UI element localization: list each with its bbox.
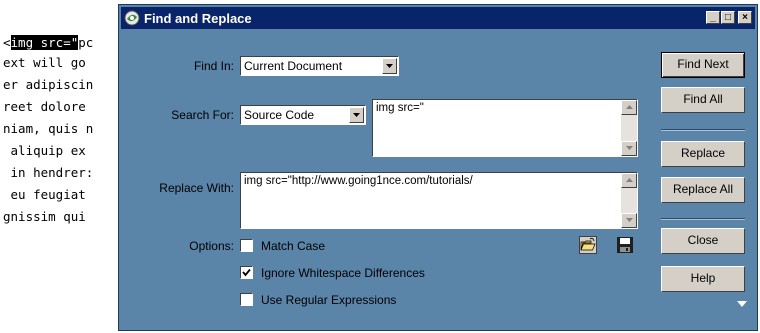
code-line: ext will go xyxy=(3,55,86,70)
button-separator xyxy=(661,218,745,220)
code-line: <img src="pc xyxy=(3,34,126,51)
find-in-select[interactable]: Current Document xyxy=(240,56,399,76)
code-line: reet dolore xyxy=(3,99,86,114)
minimize-button[interactable]: _ xyxy=(706,11,720,24)
ignore-whitespace-label[interactable]: Ignore Whitespace Differences xyxy=(261,266,425,280)
maximize-button[interactable]: □ xyxy=(721,11,735,24)
code-line: in hendrer: xyxy=(3,165,94,180)
code-line: gnissim qui xyxy=(3,209,86,224)
search-type-value: Source Code xyxy=(244,108,315,122)
find-in-label: Find In: xyxy=(193,59,234,73)
scroll-up-icon[interactable] xyxy=(621,173,637,188)
ignore-whitespace-checkbox[interactable] xyxy=(240,266,253,279)
code-line: eu feugiat xyxy=(3,187,86,202)
search-for-label: Search For: xyxy=(171,108,234,122)
checkmark-icon xyxy=(242,268,251,277)
match-case-label[interactable]: Match Case xyxy=(261,239,325,253)
close-window-button[interactable]: × xyxy=(738,11,752,24)
code-line: niam, quis n xyxy=(3,121,94,136)
scrollbar[interactable] xyxy=(621,173,637,228)
code-text: < xyxy=(3,35,11,50)
scroll-down-icon[interactable] xyxy=(621,141,637,156)
replace-text-area[interactable]: img src="http://www.going1nce.com/tutori… xyxy=(240,172,638,229)
match-case-checkbox[interactable] xyxy=(240,239,253,252)
replace-with-label: Replace With: xyxy=(159,181,234,195)
app-logo-icon xyxy=(124,10,140,26)
replace-text: img src="http://www.going1nce.com/tutori… xyxy=(244,175,473,187)
search-text-area[interactable]: img src=" xyxy=(372,99,638,157)
code-line: aliquip ex xyxy=(3,143,86,158)
dialog-titlebar[interactable]: Find and Replace _ □ × xyxy=(121,7,755,29)
regex-checkbox[interactable] xyxy=(240,293,253,306)
scroll-down-icon[interactable] xyxy=(621,213,637,228)
triangle-down-icon[interactable] xyxy=(737,301,747,307)
find-all-button[interactable]: Find All xyxy=(661,87,745,113)
find-in-value: Current Document xyxy=(244,59,343,73)
scroll-up-icon[interactable] xyxy=(621,100,637,115)
replace-all-button[interactable]: Replace All xyxy=(661,177,745,203)
code-line: er adipiscin xyxy=(3,77,94,92)
search-text: img src=" xyxy=(376,102,424,114)
chevron-down-icon[interactable] xyxy=(349,107,364,123)
save-disk-icon[interactable] xyxy=(616,236,634,254)
code-editor[interactable]: <img src="pc ext will go er adipiscin re… xyxy=(0,0,126,333)
chevron-down-icon[interactable] xyxy=(382,58,397,74)
options-label: Options: xyxy=(189,239,234,253)
open-folder-icon[interactable] xyxy=(579,236,597,254)
help-button[interactable]: Help xyxy=(661,266,745,292)
regex-label[interactable]: Use Regular Expressions xyxy=(261,293,396,307)
find-next-button[interactable]: Find Next xyxy=(661,52,745,78)
replace-button[interactable]: Replace xyxy=(661,141,745,167)
code-text: pc xyxy=(78,35,94,50)
scrollbar[interactable] xyxy=(621,100,637,156)
close-button[interactable]: Close xyxy=(661,228,745,254)
search-type-select[interactable]: Source Code xyxy=(240,105,366,125)
find-replace-dialog: Find and Replace _ □ × Find In: Current … xyxy=(118,4,758,331)
dialog-title: Find and Replace xyxy=(144,11,252,26)
selected-code-text: img src=" xyxy=(10,35,79,50)
button-separator xyxy=(661,129,745,131)
